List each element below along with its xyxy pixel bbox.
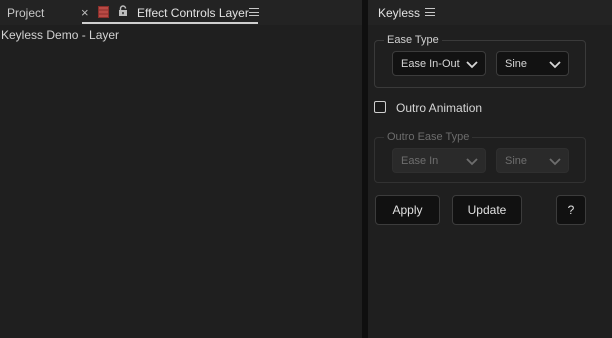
update-button[interactable]: Update — [452, 195, 522, 225]
outro-animation-label[interactable]: Outro Animation — [396, 101, 482, 115]
chevron-down-icon — [549, 157, 561, 165]
ease-type-select[interactable]: Ease In-Out — [392, 51, 486, 76]
tab-effect-controls[interactable]: Effect Controls Layer — [137, 6, 249, 20]
ease-type-legend: Ease Type — [384, 34, 442, 46]
ease-type-value: Ease In-Out — [401, 57, 460, 70]
outro-animation-checkbox[interactable] — [374, 101, 386, 113]
layer-title: Keyless Demo - Layer — [1, 28, 120, 42]
outro-ease-type-legend: Outro Ease Type — [384, 131, 473, 143]
effect-controls-panel — [0, 25, 362, 338]
outro-ease-type-select[interactable]: Ease In — [392, 148, 486, 173]
help-button[interactable]: ? — [556, 195, 586, 225]
keyless-menu-icon[interactable] — [425, 8, 435, 16]
tab-project[interactable]: Project — [7, 6, 44, 20]
ease-curve-value: Sine — [505, 57, 528, 70]
outro-ease-curve-select[interactable]: Sine — [496, 148, 569, 173]
chevron-down-icon — [549, 60, 561, 68]
ease-curve-select[interactable]: Sine — [496, 51, 569, 76]
padlock-icon[interactable] — [118, 5, 128, 17]
active-tab-underline — [82, 22, 258, 24]
close-tab-icon[interactable]: × — [81, 5, 89, 20]
chevron-down-icon — [466, 157, 478, 165]
outro-ease-curve-value: Sine — [505, 154, 528, 167]
outro-ease-type-value: Ease In — [401, 154, 439, 167]
chevron-down-icon — [466, 60, 478, 68]
apply-button[interactable]: Apply — [375, 195, 440, 225]
viewer-lock-icon[interactable] — [98, 6, 109, 18]
tab-keyless[interactable]: Keyless — [378, 6, 420, 20]
effect-controls-menu-icon[interactable] — [249, 8, 259, 16]
